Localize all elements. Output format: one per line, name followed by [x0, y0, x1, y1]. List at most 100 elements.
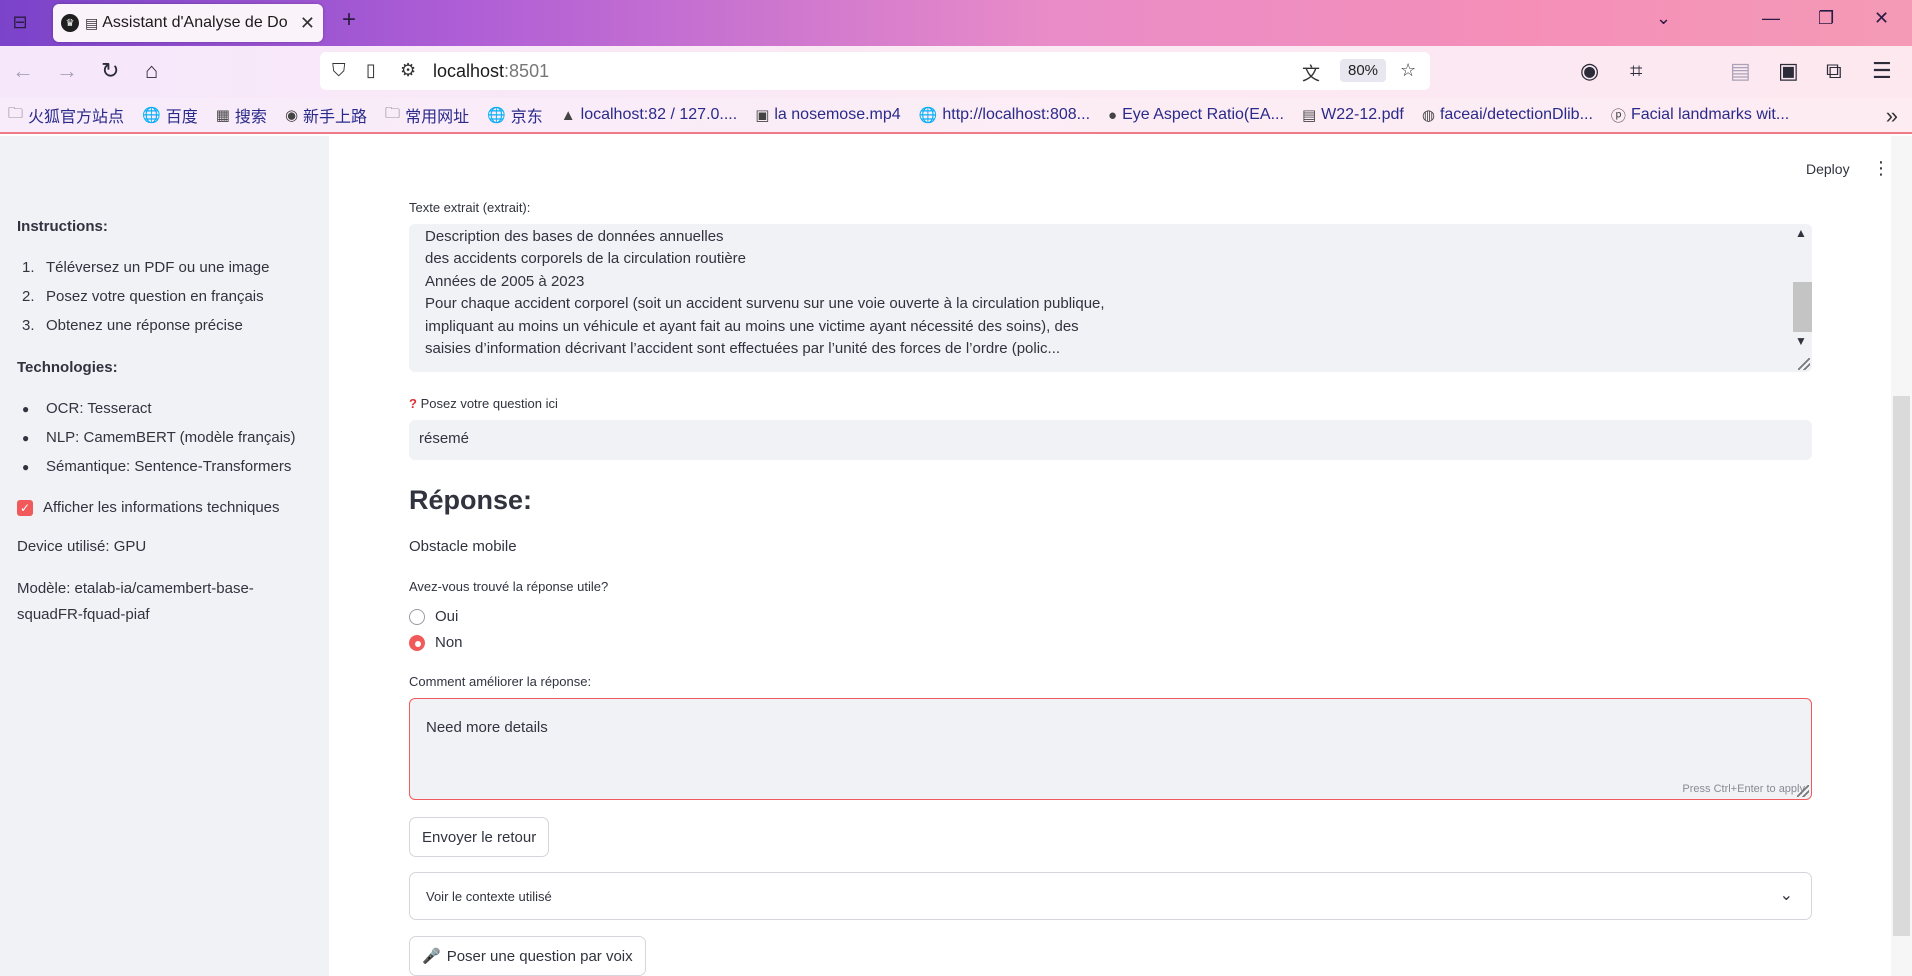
- bookmark-item[interactable]: ◉ 新手上路: [285, 103, 367, 127]
- medium-icon: ●: [1108, 106, 1118, 124]
- back-icon[interactable]: ←: [12, 58, 34, 84]
- more-options-icon[interactable]: ⋮: [1872, 158, 1890, 179]
- more-bookmarks-icon[interactable]: »: [1886, 103, 1898, 129]
- url-text[interactable]: localhost:8501: [433, 61, 549, 82]
- globe-icon: 🌐: [142, 107, 161, 124]
- bookmark-item[interactable]: 🗀 火狐官方站点: [8, 103, 124, 128]
- question-input[interactable]: résemé: [409, 420, 1812, 460]
- scrollbar-thumb[interactable]: [1893, 396, 1910, 936]
- page-icon[interactable]: ▯: [366, 60, 376, 81]
- github-icon: ◍: [1421, 107, 1435, 124]
- radio-unselected-icon: [409, 608, 425, 625]
- instructions-heading: Instructions:: [17, 218, 108, 235]
- scroll-down-icon[interactable]: ▼: [1795, 334, 1807, 348]
- send-feedback-button[interactable]: Envoyer le retour: [409, 817, 550, 857]
- reader-icon[interactable]: ▤: [1730, 58, 1751, 84]
- pdf-icon: ▤: [1301, 107, 1317, 124]
- extracted-text: Description des bases de données annuell…: [425, 226, 1105, 360]
- browser-tab-active[interactable]: ♛ ▤ Assistant d'Analyse de Do ✕: [53, 4, 323, 42]
- bookmark-item[interactable]: ▦ 搜索: [216, 103, 267, 127]
- bookmark-item[interactable]: ⓟ Facial landmarks wit...: [1611, 105, 1789, 126]
- address-bar[interactable]: ⛉ ▯ ⚙ localhost:8501 文 80% ☆: [320, 52, 1430, 90]
- bookmarks-bar: 🗀 火狐官方站点 🌐 百度 ▦ 搜索 ◉ 新手上路 🗀 常用网址 🌐 京东 ▲ localhost:82 …: [0, 98, 1912, 134]
- close-window-icon[interactable]: ✕: [1874, 8, 1889, 29]
- translate-icon[interactable]: 文: [1302, 60, 1320, 86]
- bookmark-item[interactable]: 🌐 百度: [142, 103, 198, 127]
- tab-list-icon[interactable]: ⊟: [6, 8, 34, 36]
- resize-grip-icon[interactable]: [1797, 785, 1809, 797]
- radio-oui[interactable]: Oui: [409, 608, 458, 625]
- microphone-icon: 🎤: [422, 948, 441, 965]
- browser-nav-bar: ← → ↻ ⌂ ⛉ ▯ ⚙ localhost:8501 文 80% ☆ ◉ ⌗…: [0, 46, 1912, 98]
- expander-label: Voir le contexte utilisé: [426, 889, 552, 904]
- scroll-up-icon[interactable]: ▲: [1795, 226, 1807, 240]
- document-icon: ▤: [85, 14, 99, 31]
- bookmark-item[interactable]: ● Eye Aspect Ratio(EA...: [1108, 106, 1284, 124]
- home-icon[interactable]: ⌂: [145, 58, 158, 84]
- bookmark-item[interactable]: 🌐 京东: [487, 103, 543, 127]
- checkmark-icon[interactable]: ✓: [17, 499, 33, 516]
- menu-icon[interactable]: ☰: [1872, 58, 1892, 84]
- main-content: Deploy ⋮ Texte extrait (extrait): Descri…: [329, 136, 1912, 976]
- page-scrollbar[interactable]: [1891, 136, 1912, 976]
- comment-label: Comment améliorer la réponse:: [409, 674, 592, 689]
- radio-selected-icon: [409, 634, 425, 651]
- technologies-heading: Technologies:: [17, 359, 118, 376]
- device-info: Device utilisé: GPU: [17, 538, 147, 555]
- extracted-text-area[interactable]: Description des bases de données annuell…: [409, 224, 1812, 372]
- feedback-question: Avez-vous trouvé la réponse utile?: [409, 579, 609, 594]
- search-favicon: ▦: [215, 107, 230, 124]
- reload-icon[interactable]: ↻: [101, 58, 119, 84]
- question-mark-icon: ?: [409, 396, 417, 411]
- model-info: Modèle: etalab-ia/camembert-base-squadFR…: [17, 580, 254, 623]
- bookmark-item[interactable]: 🌐 http://localhost:808...: [919, 106, 1090, 124]
- minimize-icon[interactable]: —: [1762, 8, 1780, 29]
- bookmark-item[interactable]: ▲ localhost:82 / 127.0....: [561, 106, 737, 124]
- textarea-hint: Press Ctrl+Enter to apply: [1682, 783, 1805, 795]
- voice-question-button[interactable]: 🎤 Poser une question par voix: [409, 936, 646, 976]
- response-heading: Réponse:: [409, 485, 533, 515]
- bookmark-star-icon[interactable]: ☆: [1400, 60, 1416, 81]
- forward-icon[interactable]: →: [56, 58, 78, 84]
- restore-icon[interactable]: ❐: [1818, 8, 1834, 29]
- bookmark-item[interactable]: ▣ la nosemose.mp4: [755, 106, 900, 124]
- chevron-down-icon: ⌄: [1779, 887, 1793, 904]
- resize-grip-icon[interactable]: [1798, 358, 1810, 370]
- bookmark-item[interactable]: 🗀 常用网址: [385, 103, 469, 128]
- radio-non[interactable]: Non: [409, 634, 463, 651]
- deploy-button[interactable]: Deploy: [1806, 161, 1850, 177]
- extracted-line: Description des bases de données annuell…: [425, 228, 724, 245]
- answer-text: Obstacle mobile: [409, 538, 517, 555]
- shield-icon[interactable]: ⛉: [332, 60, 346, 81]
- site-info-icon[interactable]: ⚙: [400, 60, 416, 81]
- show-technical-info-checkbox[interactable]: ✓ Afficher les informations techniques: [17, 499, 280, 516]
- folder-icon: 🗀: [8, 104, 24, 122]
- instruction-item: 1. Téléversez un PDF ou une image: [22, 259, 270, 276]
- new-tab-icon[interactable]: +: [342, 6, 356, 34]
- account-icon[interactable]: ◉: [1580, 58, 1599, 84]
- extracted-line: saisies d’information décrivant l’accide…: [425, 340, 1061, 358]
- bookmark-item[interactable]: ▤ W22-12.pdf: [1302, 106, 1404, 124]
- technology-item: ● OCR: Tesseract: [22, 400, 152, 417]
- folder-icon: 🗀: [385, 104, 401, 122]
- screenshot-crop-icon[interactable]: ⌗: [1630, 58, 1642, 84]
- textarea-scrollbar[interactable]: ▲ ▼: [1790, 224, 1812, 372]
- comment-textarea[interactable]: Need more details Press Ctrl+Enter to ap…: [409, 698, 1812, 800]
- extracted-line: des accidents corporels de la circulatio…: [425, 250, 746, 268]
- sidebar: Instructions: 1. Téléversez un PDF ou une…: [0, 136, 329, 976]
- close-tab-icon[interactable]: ✕: [300, 13, 315, 34]
- zoom-level[interactable]: 80%: [1340, 59, 1387, 82]
- context-expander[interactable]: Voir le contexte utilisé ⌄: [409, 872, 1812, 920]
- comment-value[interactable]: Need more details: [426, 719, 548, 736]
- container-icon[interactable]: ▣: [1778, 58, 1799, 84]
- firefox-icon: ◉: [284, 107, 299, 124]
- p-icon: ⓟ: [1610, 107, 1626, 125]
- question-label: ? Posez votre question ici: [409, 396, 558, 411]
- extracted-line: Années de 2005 à 2023: [425, 272, 585, 290]
- list-all-tabs-icon[interactable]: ⌄: [1656, 8, 1671, 29]
- instruction-item: 2. Posez votre question en français: [22, 288, 264, 305]
- extensions-icon[interactable]: ⧉: [1826, 58, 1842, 84]
- bookmark-item[interactable]: ◍ faceai/detectionDlib...: [1422, 106, 1593, 124]
- textarea-scroll-thumb[interactable]: [1793, 282, 1812, 332]
- technology-item: ● Sémantique: Sentence-Transformers: [22, 458, 292, 475]
